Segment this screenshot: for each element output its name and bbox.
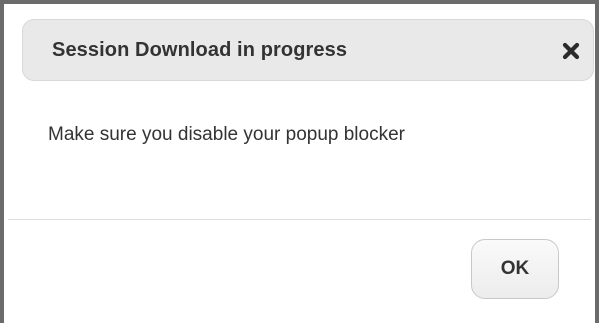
- ok-button[interactable]: OK: [471, 239, 559, 299]
- close-icon-glyph: [562, 42, 580, 60]
- dialog-message: Make sure you disable your popup blocker: [48, 124, 405, 145]
- footer-divider: [8, 219, 591, 220]
- close-icon[interactable]: [554, 34, 588, 68]
- dialog-title: Session Download in progress: [52, 39, 348, 61]
- dialog-window: Session Download in progress Make sure y…: [0, 0, 599, 323]
- dialog-header: Session Download in progress: [22, 19, 594, 81]
